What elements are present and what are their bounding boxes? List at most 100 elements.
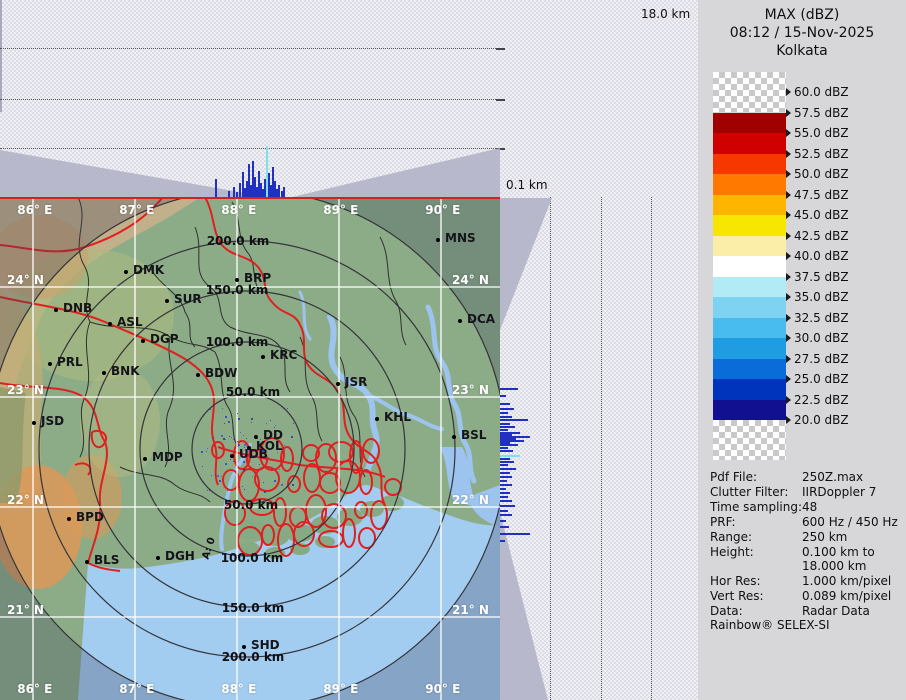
echo-speckle [202,466,203,467]
colorscale-tick: 57.5 dBZ [786,106,849,120]
echo-spike [500,423,510,425]
tick-arrow-icon [786,88,791,96]
echo-spike [500,476,512,478]
site-name: Kolkata [698,43,906,59]
echo-speckle [257,436,258,437]
info-value: 0.089 km/pixel [802,589,891,603]
echo-spike [500,444,518,446]
software-footer: Rainbow® SELEX-SI [710,618,830,632]
colorscale-band [713,113,786,134]
echo-spike [500,450,513,452]
tick-arrow-icon [786,150,791,158]
longitude-label: 89° E [323,683,358,695]
info-value: 18.000 km [802,559,866,573]
info-value: 250Z.max [802,470,863,484]
longitude-label: 89° E [323,204,358,216]
echo-speckle [242,455,243,456]
colorscale-tick: 25.0 dBZ [786,372,849,386]
colorscale-value: 32.5 dBZ [794,311,849,325]
city-label: BDW [205,367,237,379]
longitude-label: 88° E [221,204,256,216]
city-dot [235,278,239,282]
colorscale-band [713,215,786,236]
colorscale-band [713,318,786,339]
echo-spike [500,480,507,482]
range-ring-label: 200.0 km [222,651,285,663]
map-top-border [0,197,500,199]
echo-speckle [246,438,247,439]
city-label: KHL [384,411,411,423]
colorscale-tick: 40.0 dBZ [786,249,849,263]
city-dot [196,373,200,377]
echo-spike [233,187,235,197]
colorscale-value: 27.5 dBZ [794,352,849,366]
echo-speckle [261,450,262,451]
echo-speckle [279,469,280,470]
range-ring-label: 100.0 km [221,552,284,564]
echo-spike [500,403,510,405]
city-dot [141,339,145,343]
echo-spike [500,408,514,410]
height-gridline [0,148,504,149]
legend-panel: MAX (dBZ) 08:12 / 15-Nov-2025 Kolkata 60… [698,0,906,700]
colorscale-band [713,359,786,380]
colorscale-value: 42.5 dBZ [794,229,849,243]
echo-spike [500,492,510,494]
city-label: BSL [461,429,486,441]
echo-spike [500,429,508,431]
echo-speckle [231,437,232,438]
echo-spike [500,526,509,528]
longitude-label: 86° E [17,683,52,695]
city-dot [261,355,265,359]
tick-arrow-icon [786,129,791,137]
echo-spike [500,484,512,486]
echo-speckle [268,457,269,458]
echo-speckle [292,436,293,437]
city-dot [48,362,52,366]
tick-arrow-icon [786,314,791,322]
echo-speckle [266,423,267,424]
echo-spike [500,426,515,428]
echo-speckle [207,448,208,449]
longitude-label: 87° E [119,204,154,216]
colorscale-value: 35.0 dBZ [794,290,849,304]
echo-spike [500,472,510,474]
echo-spike [500,419,528,421]
echo-spike [500,464,508,466]
echo-spike [500,416,512,418]
tick-arrow-icon [786,416,791,424]
tick-arrow-icon [786,232,791,240]
tick-arrow-icon [786,252,791,260]
range-ring-label: 100.0 km [206,336,269,348]
colorscale-value: 52.5 dBZ [794,147,849,161]
echo-spike [500,388,518,390]
city-label: KRC [270,349,297,361]
echo-speckle [281,484,283,486]
info-value: 600 Hz / 450 Hz [802,515,898,529]
city-label: BPD [76,511,104,523]
tick-arrow-icon [786,170,791,178]
info-label: Time sampling: [710,500,802,514]
colorscale-value: 37.5 dBZ [794,270,849,284]
echo-speckle [277,452,278,453]
longitude-label: 90° E [425,683,460,695]
echo-spike [500,468,516,470]
echo-spike [500,540,505,542]
latitude-label: 21° N [452,604,489,616]
echo-spike [500,520,506,522]
colorscale-band [713,400,786,421]
tick-arrow-icon [786,293,791,301]
echo-speckle [293,423,294,424]
info-value: 250 km [802,530,847,544]
colorscale-band [713,195,786,216]
longitude-label: 90° E [425,204,460,216]
tick-arrow-icon [786,355,791,363]
echo-speckle [233,439,234,440]
range-ring-label: 50.0 km [224,499,278,511]
echo-speckle [238,444,240,446]
city-label: MDP [152,451,183,463]
colorscale-transparent-bottom [713,420,786,460]
city-label: SUR [174,293,202,305]
height-axis-max-label: 18.0 km [641,7,690,21]
city-dot [458,319,462,323]
